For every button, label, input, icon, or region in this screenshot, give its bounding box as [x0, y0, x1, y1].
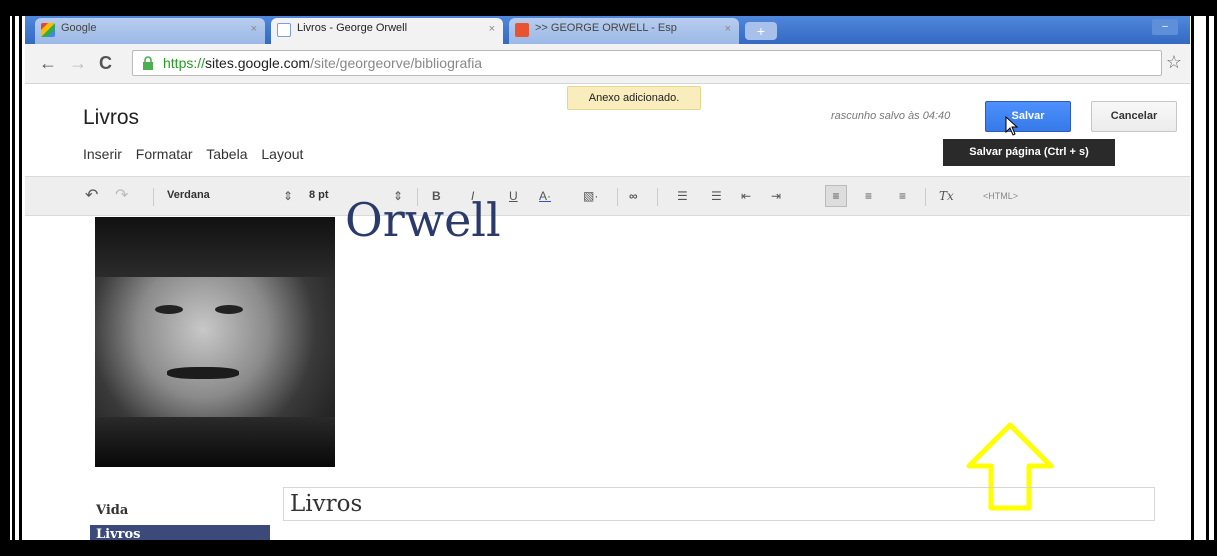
address-toolbar: ← → C https://sites.google.com/site/geor… [25, 44, 1190, 84]
frame-border [12, 0, 15, 556]
toolbar-divider [657, 188, 658, 206]
menu-tabela[interactable]: Tabela [206, 146, 247, 162]
page-content: Orwell Vida Livros Livros [25, 193, 1190, 540]
tab-label: Livros - George Orwell [297, 22, 408, 34]
notification-toast: Anexo adicionado. [567, 86, 701, 110]
redo-icon[interactable]: ↷ [115, 185, 128, 205]
frame-border [1206, 0, 1209, 556]
bulleted-list-icon[interactable]: ☰ [711, 189, 722, 203]
toolbar-divider [925, 188, 926, 206]
lock-icon [143, 56, 153, 70]
align-left-icon[interactable]: ≡ [825, 185, 847, 207]
draft-status: rascunho salvo às 04:40 [831, 110, 951, 122]
frame-border [0, 0, 1217, 16]
underline-icon[interactable]: U [509, 189, 518, 203]
browser-window: Google × Livros - George Orwell × >> GEO… [25, 16, 1190, 540]
sidebar-item-livros[interactable]: Livros [90, 525, 270, 540]
font-select[interactable]: Verdana [167, 189, 210, 201]
editor-toolbar: ↶ ↷ Verdana ⇕ 8 pt ⇕ B I U A· ▧· ∞ ☰ ☰ ⇤… [25, 176, 1190, 216]
link-icon[interactable]: ∞ [629, 189, 638, 203]
menu-layout[interactable]: Layout [261, 146, 303, 162]
page-favicon-icon [277, 23, 291, 37]
sidebar-nav: Vida Livros [90, 501, 270, 540]
chevron-updown-icon: ⇕ [283, 189, 294, 203]
menu-inserir[interactable]: Inserir [83, 146, 122, 162]
close-icon[interactable]: × [251, 23, 257, 35]
tab-strip: Google × Livros - George Orwell × >> GEO… [25, 16, 1190, 44]
close-icon[interactable]: × [489, 23, 495, 35]
tab-orwell-esp[interactable]: >> GEORGE ORWELL - Esp × [509, 18, 739, 44]
html-button[interactable]: <HTML> [983, 191, 1018, 201]
address-bar[interactable]: https://sites.google.com/site/georgeorve… [132, 50, 1162, 76]
bookmark-star-icon[interactable]: ☆ [1166, 52, 1182, 73]
tab-label: >> GEORGE ORWELL - Esp [535, 22, 677, 34]
url-scheme: https:// [163, 55, 206, 71]
tab-label: Google [61, 22, 97, 34]
highlight-color-icon[interactable]: ▧· [583, 189, 598, 203]
url-host: sites.google.com [205, 55, 311, 71]
frame-border [0, 540, 1217, 556]
align-right-icon[interactable]: ≡ [899, 189, 906, 203]
site-title-partial: Orwell [345, 193, 501, 247]
indent-less-icon[interactable]: ⇤ [741, 189, 751, 203]
menu-formatar[interactable]: Formatar [136, 146, 193, 162]
save-tooltip: Salvar página (Ctrl + s) [943, 139, 1115, 166]
portrait-image [95, 217, 335, 467]
page-title: Livros [83, 106, 140, 129]
clear-format-icon[interactable]: Tx [939, 189, 954, 203]
new-tab-button[interactable]: + [745, 22, 777, 40]
undo-icon[interactable]: ↶ [85, 185, 98, 205]
tab-livros[interactable]: Livros - George Orwell × [271, 18, 503, 44]
text-color-icon[interactable]: A· [539, 189, 551, 203]
page-heading-editable[interactable]: Livros [283, 487, 1155, 521]
blog-favicon-icon [515, 23, 529, 37]
google-favicon-icon [41, 23, 55, 37]
back-arrow-icon[interactable]: ← [39, 53, 57, 74]
frame-border [1191, 0, 1194, 556]
close-icon[interactable]: × [725, 23, 731, 35]
toolbar-divider [617, 188, 618, 206]
tab-google[interactable]: Google × [35, 18, 265, 44]
forward-arrow-icon[interactable]: → [69, 53, 87, 74]
cancel-button[interactable]: Cancelar [1091, 101, 1177, 132]
frame-border [19, 0, 22, 556]
indent-more-icon[interactable]: ⇥ [771, 189, 781, 203]
size-select[interactable]: 8 pt [309, 189, 329, 201]
save-button[interactable]: Salvar [985, 101, 1071, 132]
url-path: /site/georgeorve/bibliografia [310, 55, 483, 71]
reload-icon[interactable]: C [99, 53, 112, 74]
align-center-icon[interactable]: ≡ [865, 189, 872, 203]
sidebar-item-vida[interactable]: Vida [90, 501, 270, 521]
minimize-button[interactable]: – [1152, 19, 1178, 35]
numbered-list-icon[interactable]: ☰ [677, 189, 688, 203]
mouse-cursor-icon [1005, 116, 1019, 136]
editor-menu: Inserir Formatar Tabela Layout [83, 146, 313, 162]
toolbar-divider [153, 188, 154, 206]
